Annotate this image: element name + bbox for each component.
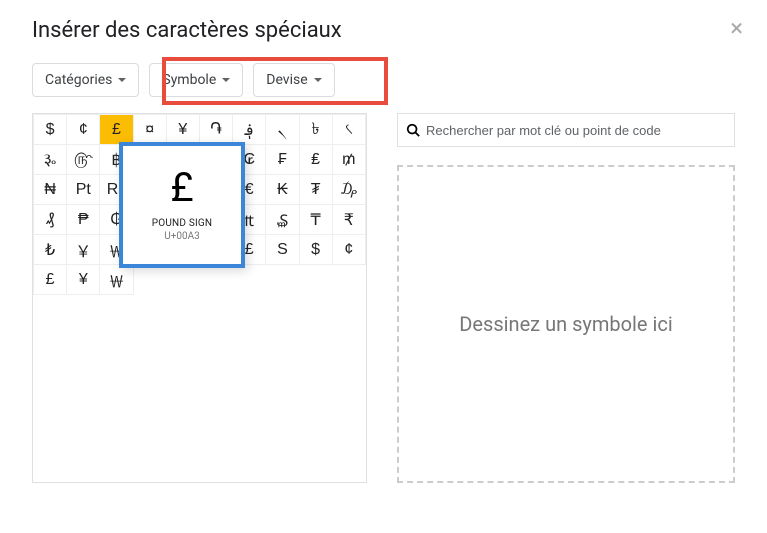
character-cell[interactable]: ௹ <box>67 145 100 175</box>
dropdown-row: Catégories Symbole Devise <box>32 63 735 97</box>
character-cell[interactable]: ￥ <box>67 235 100 265</box>
character-cell[interactable]: ₰ <box>34 205 67 235</box>
character-cell[interactable]: £ <box>34 265 67 295</box>
character-cell[interactable]: ₹ <box>332 205 365 235</box>
character-cell[interactable]: ₣ <box>266 145 299 175</box>
empty-cell <box>266 265 299 295</box>
search-box[interactable] <box>397 113 735 147</box>
drawing-panel[interactable]: Dessinez un symbole ici <box>397 165 735 483</box>
character-cell[interactable]: ¢ <box>332 235 365 265</box>
symbol-label: Symbole <box>162 72 216 88</box>
character-cell[interactable]: ₱ <box>67 205 100 235</box>
character-cell[interactable]: S <box>266 235 299 265</box>
chevron-down-icon <box>222 78 230 82</box>
character-tooltip: £ POUND SIGN U+00A3 <box>119 142 245 268</box>
character-cell[interactable]: $ <box>299 235 332 265</box>
character-cell[interactable]: ૱ <box>34 145 67 175</box>
character-cell[interactable]: ¥ <box>67 265 100 295</box>
drawing-hint: Dessinez un symbole ici <box>459 312 672 336</box>
character-cell[interactable]: ¢ <box>67 115 100 145</box>
character-cell[interactable]: ₷ <box>266 205 299 235</box>
character-grid-panel: $¢£¤¥֏؋৲৳৻૱௹฿៛₠₡₢₣₤₥₦PtRs₩₪₫€₭₮₯₰₱₲₳₴₵₶₷… <box>32 113 367 483</box>
search-input[interactable] <box>426 123 726 138</box>
empty-cell <box>332 265 365 295</box>
character-cell[interactable]: ৳ <box>299 115 332 145</box>
character-cell[interactable]: ₺ <box>34 235 67 265</box>
chevron-down-icon <box>118 78 126 82</box>
chevron-down-icon <box>314 78 322 82</box>
character-cell[interactable]: ₤ <box>299 145 332 175</box>
character-cell[interactable]: ֏ <box>199 115 232 145</box>
currency-dropdown[interactable]: Devise <box>253 63 334 97</box>
character-cell[interactable]: $ <box>34 115 67 145</box>
character-cell[interactable]: ৻ <box>332 115 365 145</box>
search-icon <box>406 123 420 137</box>
right-column: Dessinez un symbole ici <box>397 113 735 483</box>
currency-label: Devise <box>266 72 307 88</box>
character-cell[interactable]: ₭ <box>266 175 299 205</box>
character-cell[interactable]: Pt <box>67 175 100 205</box>
empty-cell <box>133 265 166 295</box>
character-cell[interactable]: ₮ <box>299 175 332 205</box>
character-cell[interactable]: ৲ <box>266 115 299 145</box>
character-cell[interactable]: ₸ <box>299 205 332 235</box>
empty-cell <box>166 265 199 295</box>
character-cell[interactable]: ₦ <box>34 175 67 205</box>
close-button[interactable]: × <box>730 16 743 40</box>
empty-cell <box>199 265 232 295</box>
character-cell[interactable]: ¤ <box>133 115 166 145</box>
character-cell[interactable]: ¥ <box>166 115 199 145</box>
empty-cell <box>233 265 266 295</box>
close-icon: × <box>730 14 743 42</box>
character-cell[interactable]: £ <box>100 115 133 145</box>
tooltip-name: POUND SIGN <box>152 218 212 229</box>
character-cell[interactable]: ₥ <box>332 145 365 175</box>
tooltip-glyph: £ <box>170 168 193 208</box>
tooltip-codepoint: U+00A3 <box>164 231 200 242</box>
character-cell[interactable]: ؋ <box>233 115 266 145</box>
character-cell[interactable]: ₯ <box>332 175 365 205</box>
symbol-dropdown[interactable]: Symbole <box>149 63 243 97</box>
main-row: $¢£¤¥֏؋৲৳৻૱௹฿៛₠₡₢₣₤₥₦PtRs₩₪₫€₭₮₯₰₱₲₳₴₵₶₷… <box>32 113 735 483</box>
empty-cell <box>299 265 332 295</box>
categories-label: Catégories <box>45 72 112 88</box>
character-cell[interactable]: ￦ <box>100 265 133 295</box>
categories-dropdown[interactable]: Catégories <box>32 63 139 97</box>
dialog-title: Insérer des caractères spéciaux <box>32 18 735 43</box>
